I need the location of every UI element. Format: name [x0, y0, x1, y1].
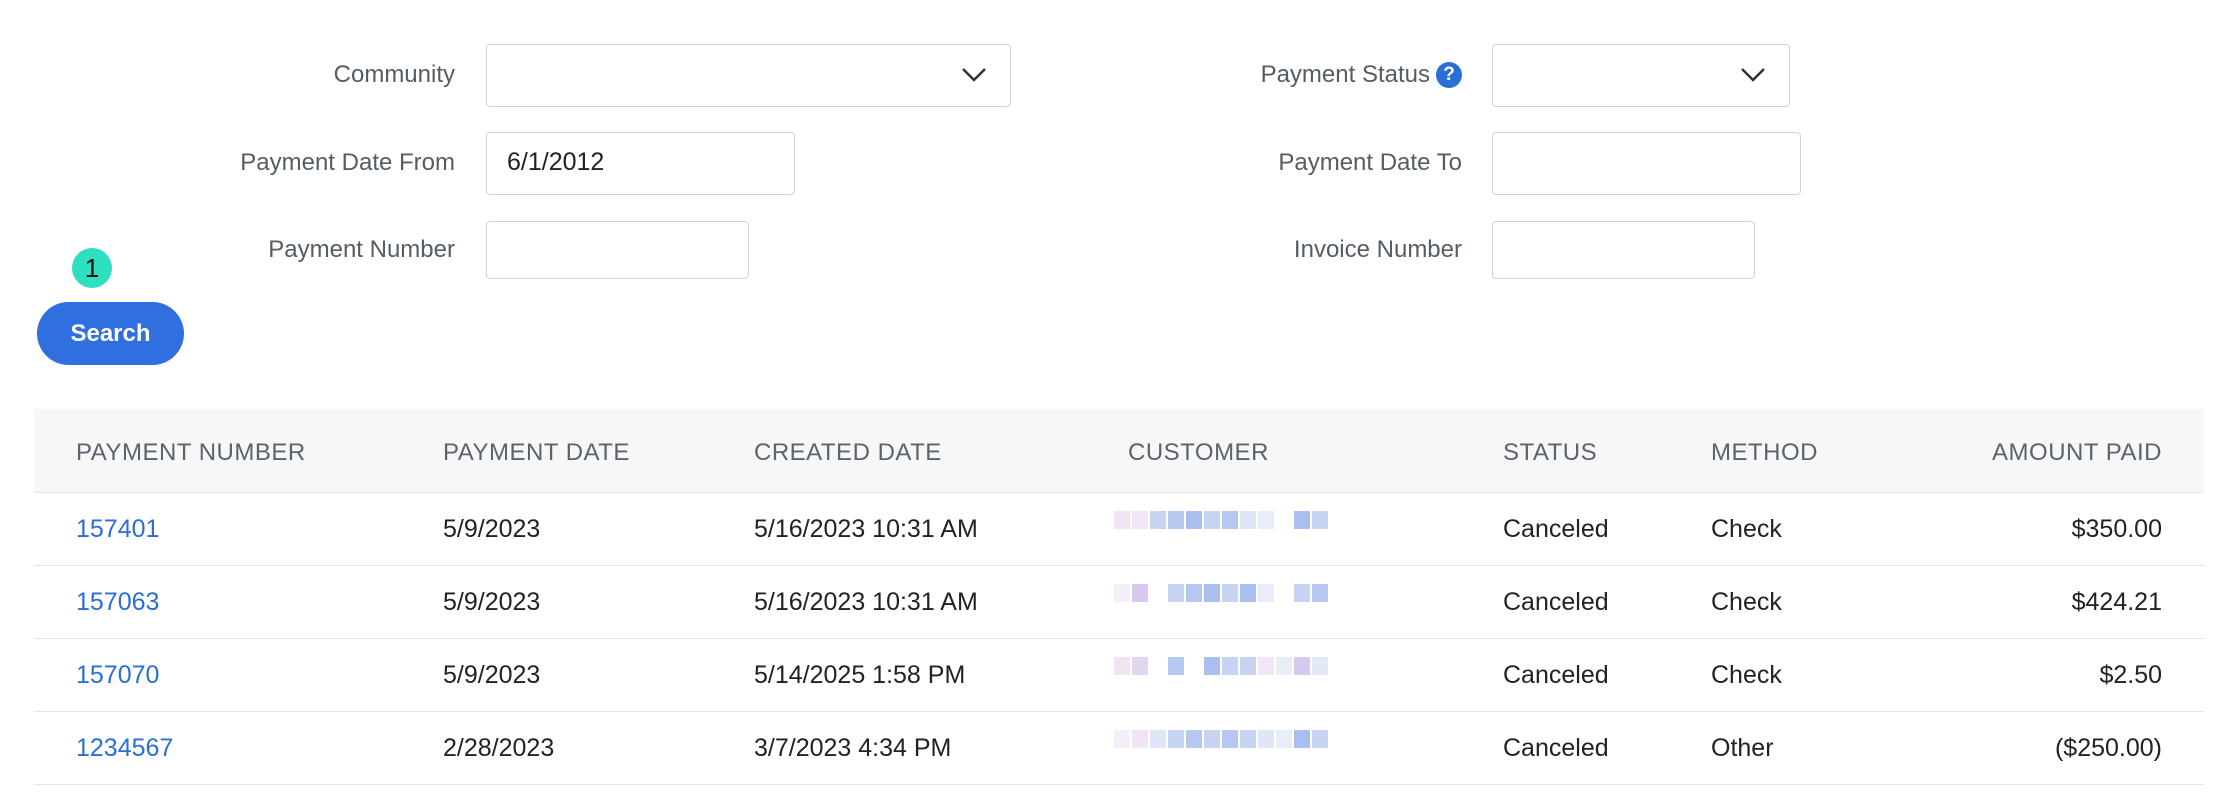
header-payment-date[interactable]: PAYMENT DATE — [443, 439, 630, 467]
step-badge: 1 — [72, 248, 112, 288]
customer-redacted — [1114, 657, 1364, 679]
header-amount-paid[interactable]: AMOUNT PAID — [1992, 439, 2162, 467]
method-cell: Check — [1711, 515, 1782, 543]
chevron-down-icon — [962, 68, 986, 82]
method-cell: Check — [1711, 661, 1782, 689]
header-payment-number[interactable]: PAYMENT NUMBER — [76, 439, 306, 467]
payment-date-to-label: Payment Date To — [1278, 149, 1462, 176]
header-method[interactable]: METHOD — [1711, 439, 1818, 467]
payment-number-link[interactable]: 157063 — [76, 588, 159, 617]
community-label: Community — [333, 61, 455, 88]
payment-date-cell: 2/28/2023 — [443, 734, 555, 762]
payment-date-cell: 5/9/2023 — [443, 661, 541, 689]
method-cell: Other — [1711, 734, 1774, 762]
header-created-date[interactable]: CREATED DATE — [754, 439, 942, 467]
customer-redacted — [1114, 511, 1364, 533]
header-customer[interactable]: CUSTOMER — [1128, 439, 1269, 467]
status-cell: Canceled — [1503, 515, 1609, 543]
payment-status-label: Payment Status — [1260, 61, 1430, 88]
payment-number-link[interactable]: 157070 — [76, 661, 159, 690]
table-row: 157401 5/9/2023 5/16/2023 10:31 AM Cance… — [34, 493, 2204, 566]
amount-paid-cell: $424.21 — [2071, 588, 2162, 616]
status-cell: Canceled — [1503, 588, 1609, 616]
payment-date-cell: 5/9/2023 — [443, 588, 541, 616]
table-row: 157063 5/9/2023 5/16/2023 10:31 AM Cance… — [34, 566, 2204, 639]
payment-date-from-value: 6/1/2012 — [507, 148, 605, 176]
payments-table: PAYMENT NUMBER PAYMENT DATE CREATED DATE… — [34, 409, 2204, 785]
amount-paid-cell: $350.00 — [2071, 515, 2162, 543]
created-date-cell: 5/14/2025 1:58 PM — [754, 661, 966, 689]
created-date-cell: 3/7/2023 4:34 PM — [754, 734, 952, 762]
created-date-cell: 5/16/2023 10:31 AM — [754, 588, 978, 616]
community-select[interactable] — [486, 44, 1011, 107]
payment-date-from-input[interactable]: 6/1/2012 — [486, 132, 795, 195]
payment-number-label: Payment Number — [268, 236, 455, 263]
status-cell: Canceled — [1503, 734, 1609, 762]
chevron-down-icon — [1741, 68, 1765, 82]
table-row: 157070 5/9/2023 5/14/2025 1:58 PM Cancel… — [34, 639, 2204, 712]
payment-date-to-input[interactable] — [1492, 132, 1801, 195]
payment-number-link[interactable]: 157401 — [76, 515, 159, 544]
status-cell: Canceled — [1503, 661, 1609, 689]
help-icon[interactable]: ? — [1436, 62, 1462, 88]
amount-paid-cell: ($250.00) — [2054, 734, 2162, 762]
payment-number-link[interactable]: 1234567 — [76, 734, 173, 763]
payment-status-select[interactable] — [1492, 44, 1790, 107]
amount-paid-cell: $2.50 — [2099, 661, 2162, 689]
search-button[interactable]: Search — [37, 302, 184, 365]
created-date-cell: 5/16/2023 10:31 AM — [754, 515, 978, 543]
table-row: 1234567 2/28/2023 3/7/2023 4:34 PM Cance… — [34, 712, 2204, 785]
payment-date-cell: 5/9/2023 — [443, 515, 541, 543]
customer-redacted — [1114, 730, 1364, 752]
payment-date-from-label: Payment Date From — [240, 149, 455, 176]
payment-number-input[interactable] — [486, 221, 749, 279]
invoice-number-label: Invoice Number — [1293, 236, 1462, 263]
invoice-number-input[interactable] — [1492, 221, 1755, 279]
table-header: PAYMENT NUMBER PAYMENT DATE CREATED DATE… — [34, 409, 2204, 493]
header-status[interactable]: STATUS — [1503, 439, 1597, 467]
customer-redacted — [1114, 584, 1364, 606]
method-cell: Check — [1711, 588, 1782, 616]
